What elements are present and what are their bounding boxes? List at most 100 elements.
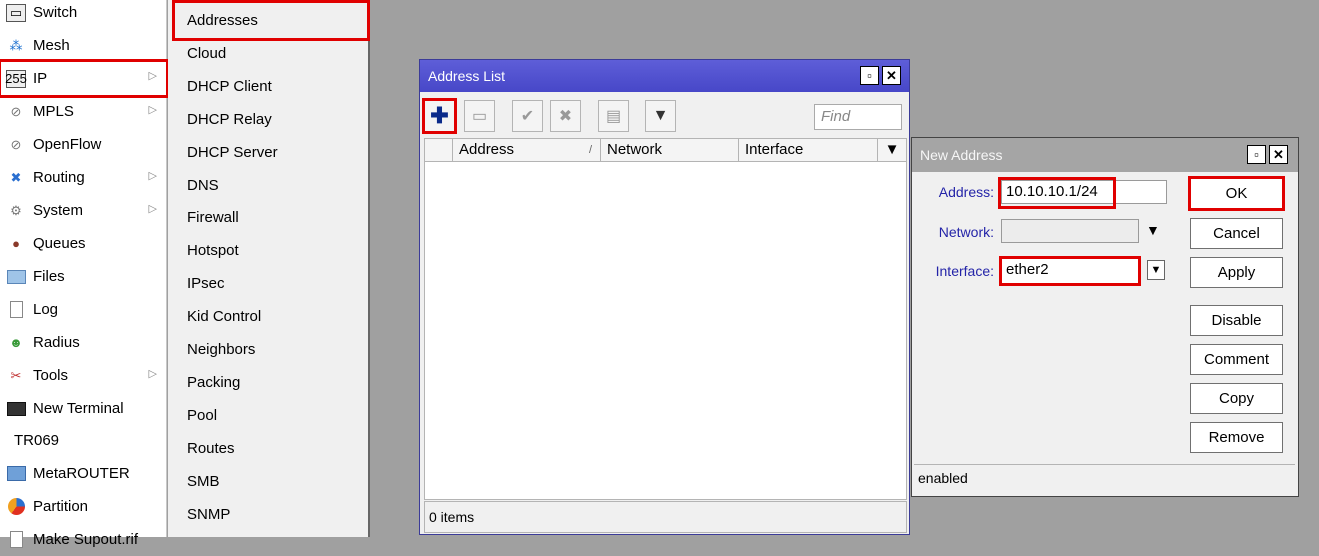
close-button[interactable]: ✕ bbox=[882, 66, 901, 85]
menu-item-mpls[interactable]: ⊘ MPLS ▷ bbox=[0, 95, 167, 128]
cancel-button[interactable]: Cancel bbox=[1190, 218, 1283, 249]
address-list-titlebar[interactable]: Address List ▫ ✕ bbox=[420, 60, 909, 92]
submenu-arrow-icon: ▷ bbox=[148, 203, 157, 215]
menu-item-switch[interactable]: ▭ Switch bbox=[0, 0, 167, 29]
chevron-down-icon: ▼ bbox=[884, 141, 900, 158]
menu-item-tools[interactable]: ✂ Tools ▷ bbox=[0, 359, 167, 392]
close-button[interactable]: ✕ bbox=[1269, 145, 1288, 164]
disable-button[interactable]: ✖ bbox=[550, 100, 581, 132]
menu-item-tr069[interactable]: TR069 bbox=[0, 424, 167, 457]
main-menu: ▭ Switch ⁂ Mesh 255 IP ▷ ⊘ MPLS ▷ ⊘ Open… bbox=[0, 0, 169, 548]
dropdown-arrow-icon: ▼ bbox=[1150, 264, 1162, 276]
menu-item-partition[interactable]: Partition bbox=[0, 490, 167, 523]
submenu-item-addresses[interactable]: Addresses bbox=[172, 0, 370, 41]
column-address[interactable]: Address / bbox=[453, 139, 601, 161]
menu-item-new-terminal[interactable]: New Terminal bbox=[0, 392, 167, 425]
column-chooser-button[interactable]: ▼ bbox=[878, 139, 906, 161]
plus-icon: ✚ bbox=[430, 103, 449, 128]
find-input[interactable]: Find bbox=[814, 104, 902, 130]
column-marker bbox=[425, 139, 453, 161]
interface-dropdown-button[interactable]: ▼ bbox=[1147, 260, 1165, 280]
submenu-arrow-icon: ▷ bbox=[148, 70, 157, 82]
menu-item-files[interactable]: Files bbox=[0, 260, 167, 293]
submenu-item-dns[interactable]: DNS bbox=[174, 169, 368, 202]
submenu-arrow-icon: ▷ bbox=[148, 368, 157, 380]
new-address-status: enabled bbox=[914, 464, 1295, 493]
submenu-item-pool[interactable]: Pool bbox=[174, 399, 368, 432]
filter-button[interactable]: ▼ bbox=[645, 100, 676, 132]
submenu-item-routes[interactable]: Routes bbox=[174, 432, 368, 465]
menu-item-log[interactable]: Log bbox=[0, 293, 167, 326]
column-interface[interactable]: Interface bbox=[739, 139, 878, 161]
column-network[interactable]: Network bbox=[601, 139, 739, 161]
address-list-body[interactable] bbox=[424, 162, 907, 500]
menu-item-radius[interactable]: ☻ Radius bbox=[0, 326, 167, 359]
menu-item-mesh[interactable]: ⁂ Mesh bbox=[0, 29, 167, 62]
comment-button[interactable]: ▤ bbox=[598, 100, 629, 132]
check-icon: ✔ bbox=[520, 108, 535, 125]
queues-icon: ● bbox=[12, 236, 20, 251]
enable-button[interactable]: ✔ bbox=[512, 100, 543, 132]
menu-item-openflow[interactable]: ⊘ OpenFlow bbox=[0, 128, 167, 161]
network-input[interactable] bbox=[1001, 219, 1139, 243]
submenu-item-kid-control[interactable]: Kid Control bbox=[174, 300, 368, 333]
submenu-item-ipsec[interactable]: IPsec bbox=[174, 267, 368, 300]
ip-submenu: Addresses Cloud DHCP Client DHCP Relay D… bbox=[168, 0, 370, 537]
menu-item-routing[interactable]: ✖ Routing ▷ bbox=[0, 161, 167, 194]
submenu-item-snmp[interactable]: SNMP bbox=[174, 498, 368, 531]
radius-icon: ☻ bbox=[9, 335, 23, 350]
network-label: Network: bbox=[938, 224, 994, 240]
submenu-item-cloud[interactable]: Cloud bbox=[174, 37, 368, 70]
apply-button[interactable]: Apply bbox=[1190, 257, 1283, 288]
x-icon: ✖ bbox=[558, 108, 573, 125]
submenu-item-hotspot[interactable]: Hotspot bbox=[174, 234, 368, 267]
interface-select[interactable]: ether2 bbox=[999, 256, 1141, 286]
filter-icon: ▼ bbox=[652, 107, 669, 124]
disable-button[interactable]: Disable bbox=[1190, 305, 1283, 336]
files-icon bbox=[6, 268, 26, 286]
metarouter-icon bbox=[6, 465, 26, 483]
comment-button[interactable]: Comment bbox=[1190, 344, 1283, 375]
menu-item-ip[interactable]: 255 IP ▷ bbox=[0, 59, 169, 98]
address-list-window: Address List ▫ ✕ ✚ ▭ ✔ ✖ ▤ ▼ Find Addres… bbox=[419, 59, 910, 535]
menu-item-make-supout[interactable]: Make Supout.rif bbox=[0, 523, 167, 556]
address-list-header: Address / Network Interface ▼ bbox=[424, 138, 907, 162]
new-address-titlebar[interactable]: New Address ▫ ✕ bbox=[912, 138, 1298, 172]
menu-item-queues[interactable]: ● Queues bbox=[0, 227, 167, 260]
add-button[interactable]: ✚ bbox=[422, 98, 457, 134]
mesh-icon: ⁂ bbox=[9, 38, 23, 53]
openflow-icon: ⊘ bbox=[10, 137, 22, 152]
tools-icon: ✂ bbox=[10, 368, 22, 383]
mpls-icon: ⊘ bbox=[10, 104, 22, 119]
routing-icon: ✖ bbox=[10, 170, 22, 185]
submenu-item-firewall[interactable]: Firewall bbox=[174, 201, 368, 234]
network-dropdown-icon[interactable]: ▼ bbox=[1146, 222, 1160, 238]
address-input[interactable]: 10.10.10.1/24 bbox=[998, 177, 1167, 209]
remove-button[interactable]: ▭ bbox=[464, 100, 495, 132]
interface-label: Interface: bbox=[935, 263, 994, 279]
maximize-button[interactable]: ▫ bbox=[1247, 145, 1266, 164]
new-address-window: New Address ▫ ✕ Address: 10.10.10.1/24 N… bbox=[911, 137, 1299, 497]
window-title: Address List bbox=[428, 68, 506, 84]
terminal-icon bbox=[6, 400, 26, 418]
remove-button[interactable]: Remove bbox=[1190, 422, 1283, 453]
ip-icon: 255 bbox=[5, 69, 27, 88]
system-icon: ⚙ bbox=[10, 203, 22, 218]
switch-icon: ▭ bbox=[6, 3, 26, 22]
ok-button[interactable]: OK bbox=[1188, 176, 1285, 211]
submenu-arrow-icon: ▷ bbox=[148, 170, 157, 182]
copy-button[interactable]: Copy bbox=[1190, 383, 1283, 414]
submenu-item-dhcp-client[interactable]: DHCP Client bbox=[174, 70, 368, 103]
menu-item-system[interactable]: ⚙ System ▷ bbox=[0, 194, 167, 227]
submenu-item-packing[interactable]: Packing bbox=[174, 366, 368, 399]
maximize-button[interactable]: ▫ bbox=[860, 66, 879, 85]
submenu-item-dhcp-server[interactable]: DHCP Server bbox=[174, 136, 368, 169]
window-title: New Address bbox=[920, 147, 1003, 163]
sort-indicator: / bbox=[588, 144, 592, 156]
partition-icon bbox=[6, 498, 26, 516]
address-list-status: 0 items bbox=[424, 501, 907, 533]
submenu-item-smb[interactable]: SMB bbox=[174, 465, 368, 498]
submenu-item-neighbors[interactable]: Neighbors bbox=[174, 333, 368, 366]
submenu-item-dhcp-relay[interactable]: DHCP Relay bbox=[174, 103, 368, 136]
menu-item-metarouter[interactable]: MetaROUTER bbox=[0, 457, 167, 490]
